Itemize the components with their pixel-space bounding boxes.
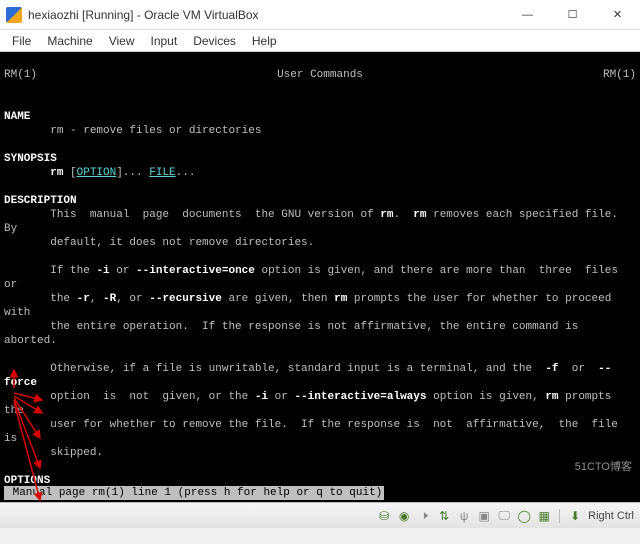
audio-icon[interactable]: 🕨 <box>417 509 431 523</box>
minimize-button[interactable]: — <box>505 0 550 30</box>
d3i: option is given, <box>427 391 546 403</box>
menu-view[interactable]: View <box>101 32 143 50</box>
vm-icon <box>6 7 22 23</box>
menu-devices[interactable]: Devices <box>185 32 244 50</box>
section-name: NAME <box>4 111 30 123</box>
syn-end: ... <box>176 167 196 179</box>
menu-input[interactable]: Input <box>143 32 186 50</box>
man-status-line: Manual page rm(1) line 1 (press h for he… <box>4 486 384 500</box>
separator <box>559 509 560 523</box>
display-icon[interactable]: 🖵 <box>497 509 511 523</box>
section-synopsis: SYNOPSIS <box>4 153 57 165</box>
d2g: , <box>90 293 103 305</box>
window-title: hexiaozhi [Running] - Oracle VM VirtualB… <box>28 8 505 22</box>
vm-statusbar: ⛁ ◉ 🕨 ⇅ ψ ▣ 🖵 ◯ ▦ ⬇ Right Ctrl <box>0 502 640 528</box>
d1b: rm <box>380 209 393 221</box>
d2c: or <box>110 265 136 277</box>
d3g: or <box>268 391 294 403</box>
d2k: are given, then <box>222 293 334 305</box>
d1c: . <box>393 209 413 221</box>
name-text: rm - remove files or directories <box>4 125 261 137</box>
d2h: -R <box>103 293 116 305</box>
watermark: 51CTO博客 <box>575 460 632 474</box>
close-button[interactable]: ✕ <box>595 0 640 30</box>
maximize-button[interactable]: ☐ <box>550 0 595 30</box>
d2l: rm <box>334 293 347 305</box>
man-header-left: RM(1) <box>4 68 37 82</box>
mouse-integration-icon[interactable]: ⬇ <box>568 509 582 523</box>
cpu-icon[interactable]: ▦ <box>537 509 551 523</box>
d3c: or <box>559 363 599 375</box>
d3f: -i <box>255 391 268 403</box>
d3a: Otherwise, if a file is unwritable, stan… <box>4 363 545 375</box>
d3h: --interactive=always <box>294 391 426 403</box>
menu-machine[interactable]: Machine <box>39 32 100 50</box>
menu-file[interactable]: File <box>4 32 39 50</box>
titlebar: hexiaozhi [Running] - Oracle VM VirtualB… <box>0 0 640 30</box>
d2d: --interactive=once <box>136 265 255 277</box>
host-key-label: Right Ctrl <box>588 510 634 522</box>
network-icon[interactable]: ⇅ <box>437 509 451 523</box>
syn-dots: ]... <box>116 167 149 179</box>
d3b: -f <box>545 363 558 375</box>
d3j: rm <box>545 391 558 403</box>
d3e: option is not given, or the <box>4 391 255 403</box>
recording-icon[interactable]: ◯ <box>517 509 531 523</box>
terminal[interactable]: RM(1) User Commands RM(1) NAME rm - remove… <box>0 52 640 502</box>
hdd-icon[interactable]: ⛁ <box>377 509 391 523</box>
man-header-center: User Commands <box>277 68 363 82</box>
d2b: -i <box>96 265 109 277</box>
d2j: --recursive <box>149 293 222 305</box>
window-controls: — ☐ ✕ <box>505 0 640 30</box>
optical-icon[interactable]: ◉ <box>397 509 411 523</box>
syn-file: FILE <box>149 167 175 179</box>
d1a: This manual page documents the GNU versi… <box>4 209 380 221</box>
syn-option: OPTION <box>77 167 117 179</box>
menu-help[interactable]: Help <box>244 32 285 50</box>
d1d: rm <box>413 209 426 221</box>
man-header-right: RM(1) <box>603 68 636 82</box>
d2a: If the <box>4 265 96 277</box>
d2f: -r <box>77 293 90 305</box>
section-description: DESCRIPTION <box>4 195 77 207</box>
d2i: , or <box>116 293 149 305</box>
syn-cmd: rm <box>50 167 63 179</box>
man-header: RM(1) User Commands RM(1) <box>4 68 636 82</box>
menubar: File Machine View Input Devices Help <box>0 30 640 52</box>
shared-folder-icon[interactable]: ▣ <box>477 509 491 523</box>
usb-icon[interactable]: ψ <box>457 509 471 523</box>
